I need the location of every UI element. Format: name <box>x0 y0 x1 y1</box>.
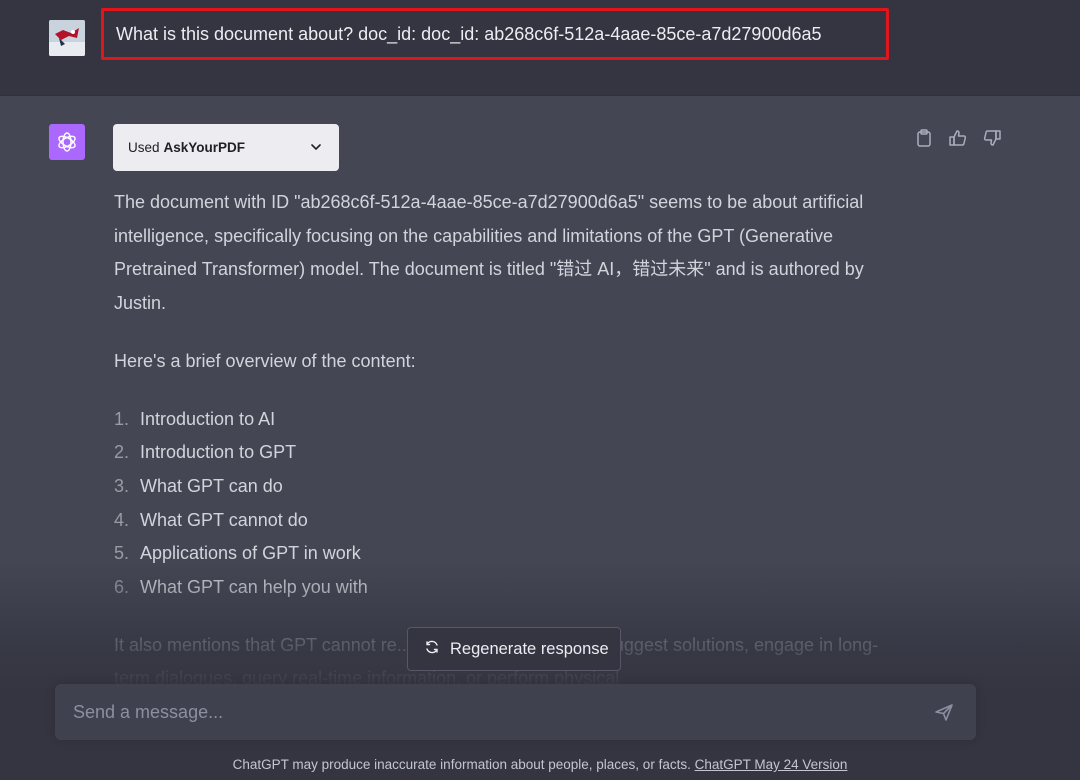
message-composer <box>55 684 976 740</box>
plugin-name: AskYourPDF <box>163 140 246 155</box>
plugin-used-prefix: Used <box>128 140 160 155</box>
refresh-icon <box>424 639 440 660</box>
response-overview-heading: Here's a brief overview of the content: <box>114 350 416 371</box>
user-message-text: What is this document about? doc_id: doc… <box>101 8 889 60</box>
chevron-down-icon <box>309 140 323 157</box>
user-message-row: What is this document about? doc_id: doc… <box>0 0 1080 96</box>
overview-list: 1. Introduction to AI 2. Introduction to G… <box>114 403 904 605</box>
list-item: 6. What GPT can help you with <box>114 577 368 598</box>
regenerate-label: Regenerate response <box>450 639 609 658</box>
user-avatar <box>49 20 85 56</box>
list-item: 4. What GPT cannot do <box>114 509 308 530</box>
message-actions <box>914 128 1002 148</box>
copy-icon[interactable] <box>914 128 934 148</box>
list-item: 1. Introduction to AI <box>114 408 276 429</box>
regenerate-response-button[interactable]: Regenerate response <box>407 627 621 671</box>
send-icon[interactable] <box>934 702 956 724</box>
footer-disclaimer: ChatGPT may produce inaccurate informati… <box>0 757 1080 772</box>
list-item: 2. Introduction to GPT <box>114 442 297 463</box>
list-item: 5. Applications of GPT in work <box>114 543 361 564</box>
list-item: 3. What GPT can do <box>114 475 283 496</box>
assistant-message-text: The document with ID "ab268c6f-512a-4aae… <box>114 186 904 696</box>
plugin-used-toggle[interactable]: Used AskYourPDF <box>113 124 339 171</box>
disclaimer-text: ChatGPT may produce inaccurate informati… <box>232 757 691 772</box>
message-input[interactable] <box>55 684 915 740</box>
thumbs-down-icon[interactable] <box>982 128 1002 148</box>
chatgpt-logo-icon <box>49 124 85 160</box>
thumbs-up-icon[interactable] <box>948 128 968 148</box>
response-intro: The document with ID "ab268c6f-512a-4aae… <box>114 192 864 314</box>
version-link[interactable]: ChatGPT May 24 Version <box>695 757 848 772</box>
